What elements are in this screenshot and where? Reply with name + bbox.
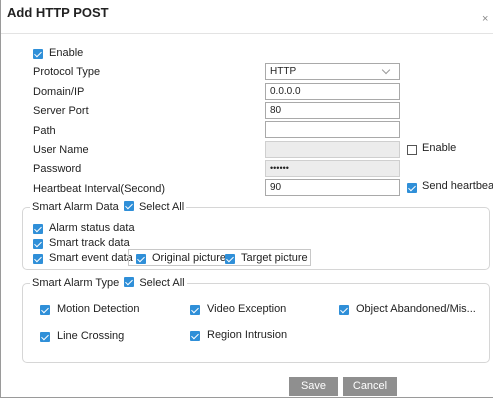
- server-port-input[interactable]: 80: [265, 102, 400, 119]
- line-crossing-label: Line Crossing: [57, 330, 125, 342]
- motion-detection-label: Motion Detection: [57, 303, 140, 315]
- alarm-status-data-checkbox[interactable]: [33, 224, 43, 234]
- protocol-type-value: HTTP: [270, 66, 297, 77]
- username-input[interactable]: [265, 141, 400, 158]
- cancel-button[interactable]: Cancel: [343, 377, 397, 396]
- chevron-down-icon: [381, 65, 391, 75]
- enable-checkbox[interactable]: [33, 49, 43, 59]
- auth-enable-checkbox[interactable]: [407, 145, 417, 155]
- object-abandoned-checkbox[interactable]: [339, 305, 349, 315]
- alarm-status-data-label: Alarm status data: [49, 222, 135, 234]
- username-label: User Name: [33, 144, 89, 156]
- save-button[interactable]: Save: [289, 377, 338, 396]
- path-label: Path: [33, 125, 56, 137]
- region-intrusion-label: Region Intrusion: [207, 329, 288, 341]
- smart-alarm-type-select-all-label: Select All: [139, 277, 185, 289]
- smart-track-data-checkbox[interactable]: [33, 239, 43, 249]
- smart-event-data-checkbox[interactable]: [33, 254, 43, 264]
- smart-alarm-data-select-all-checkbox[interactable]: [123, 201, 134, 211]
- smart-event-data-label: Smart event data: [49, 252, 133, 264]
- smart-alarm-type-select-all-checkbox[interactable]: [124, 277, 135, 287]
- smart-alarm-type-group: [22, 283, 490, 363]
- target-picture-checkbox[interactable]: [225, 254, 235, 264]
- protocol-type-label: Protocol Type: [33, 66, 101, 78]
- object-abandoned-label: Object Abandoned/Mis...: [356, 303, 476, 315]
- path-input[interactable]: [265, 121, 400, 138]
- protocol-type-select[interactable]: HTTP: [265, 63, 400, 80]
- line-crossing-checkbox[interactable]: [40, 332, 50, 342]
- add-http-post-dialog: Add HTTP POST × Enable Protocol Type HTT…: [0, 0, 493, 398]
- smart-alarm-data-legend: Smart Alarm Data Select All: [30, 200, 187, 214]
- title-divider: [1, 33, 493, 34]
- motion-detection-checkbox[interactable]: [40, 305, 50, 315]
- video-exception-checkbox[interactable]: [190, 305, 200, 315]
- smart-track-data-label: Smart track data: [49, 237, 130, 249]
- smart-alarm-type-title: Smart Alarm Type: [32, 277, 120, 289]
- close-icon[interactable]: ×: [482, 14, 488, 25]
- password-input[interactable]: ••••••: [265, 160, 400, 177]
- smart-alarm-type-legend: Smart Alarm Type Select All: [30, 276, 187, 290]
- video-exception-label: Video Exception: [207, 303, 287, 315]
- original-picture-checkbox[interactable]: [136, 254, 146, 264]
- password-label: Password: [33, 163, 82, 175]
- auth-enable-label: Enable: [422, 142, 457, 154]
- send-heartbeat-checkbox[interactable]: [407, 183, 417, 193]
- smart-alarm-data-select-all-label: Select All: [138, 201, 185, 213]
- domain-label: Domain/IP: [33, 86, 85, 98]
- target-picture-label: Target picture: [241, 252, 308, 264]
- domain-input[interactable]: 0.0.0.0: [265, 83, 400, 100]
- heartbeat-interval-label: Heartbeat Interval(Second): [33, 183, 166, 195]
- dialog-title: Add HTTP POST: [7, 5, 109, 20]
- region-intrusion-checkbox[interactable]: [190, 331, 200, 341]
- original-picture-label: Original picture: [152, 252, 226, 264]
- enable-label: Enable: [49, 47, 84, 59]
- send-heartbeat-label: Send heartbeat: [422, 180, 493, 192]
- smart-alarm-data-title: Smart Alarm Data: [32, 201, 119, 213]
- server-port-label: Server Port: [33, 105, 89, 117]
- heartbeat-interval-input[interactable]: 90: [265, 179, 400, 196]
